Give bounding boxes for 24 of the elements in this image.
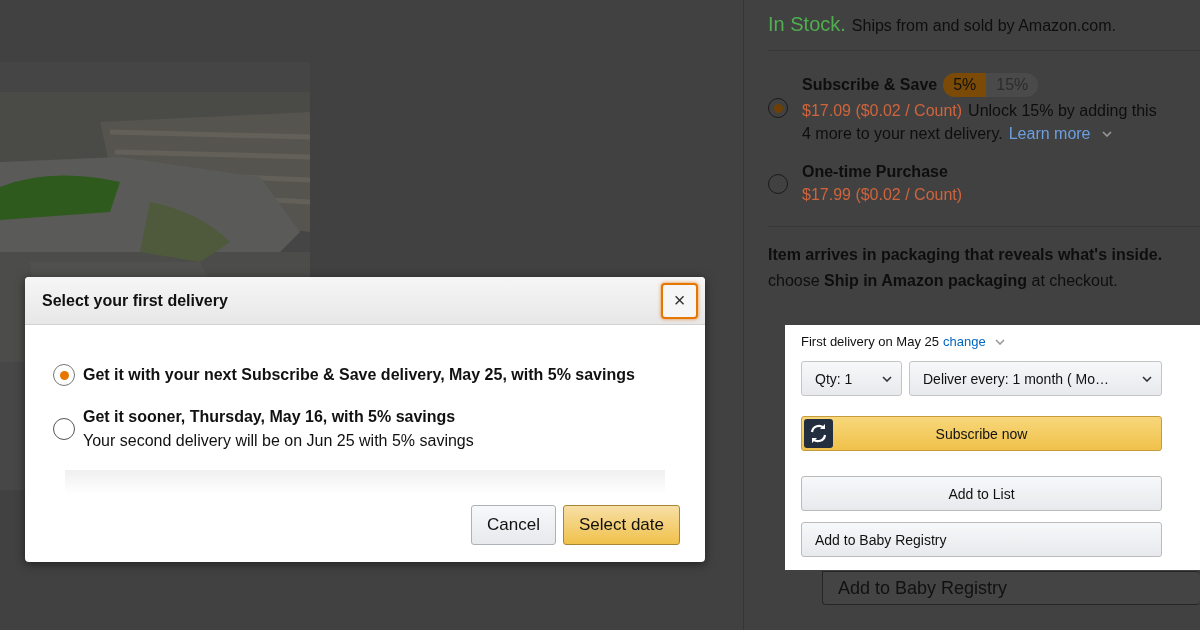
option-detail: Your second delivery will be on Jun 25 with 5% savings (83, 432, 474, 450)
cancel-button[interactable]: Cancel (471, 505, 556, 545)
caret-icon (1101, 131, 1112, 137)
select-date-button[interactable]: Select date (562, 505, 680, 545)
frequency-dropdown[interactable]: Deliver every: 1 month ( Mo… (909, 361, 1162, 396)
quantity-dropdown[interactable]: Qty: 1 (801, 361, 902, 396)
stock-status: In Stock. (768, 13, 846, 36)
refresh-icon (804, 419, 833, 448)
subscribe-button[interactable]: Subscribe now (801, 416, 1162, 451)
add-to-list-button[interactable]: Add to List (801, 476, 1162, 511)
registry-button[interactable]: Add to Baby Registry (801, 522, 1162, 557)
caret-icon (994, 338, 1005, 345)
option-label: Get it sooner, Thursday, May 16, with 5% savings (83, 408, 457, 426)
price-text: $17.99 ($0.02 / Count) (802, 186, 963, 204)
discount-label: 5% (943, 73, 987, 97)
close-button[interactable]: × (661, 282, 698, 319)
chevron-icon (882, 375, 892, 382)
change-link[interactable]: change (943, 334, 986, 349)
chevron-icon (1142, 375, 1152, 382)
option-label: Get it with your next Subscribe & Save delivery, May 25, with 5% savings (83, 366, 635, 384)
dialog-title: Select your first delivery (42, 291, 228, 310)
first-delivery-text: First delivery on May 25 (801, 334, 939, 349)
learn-more-link[interactable]: Learn more (1008, 125, 1091, 143)
price-text: $17.09 ($0.02 / Count) (802, 102, 963, 120)
